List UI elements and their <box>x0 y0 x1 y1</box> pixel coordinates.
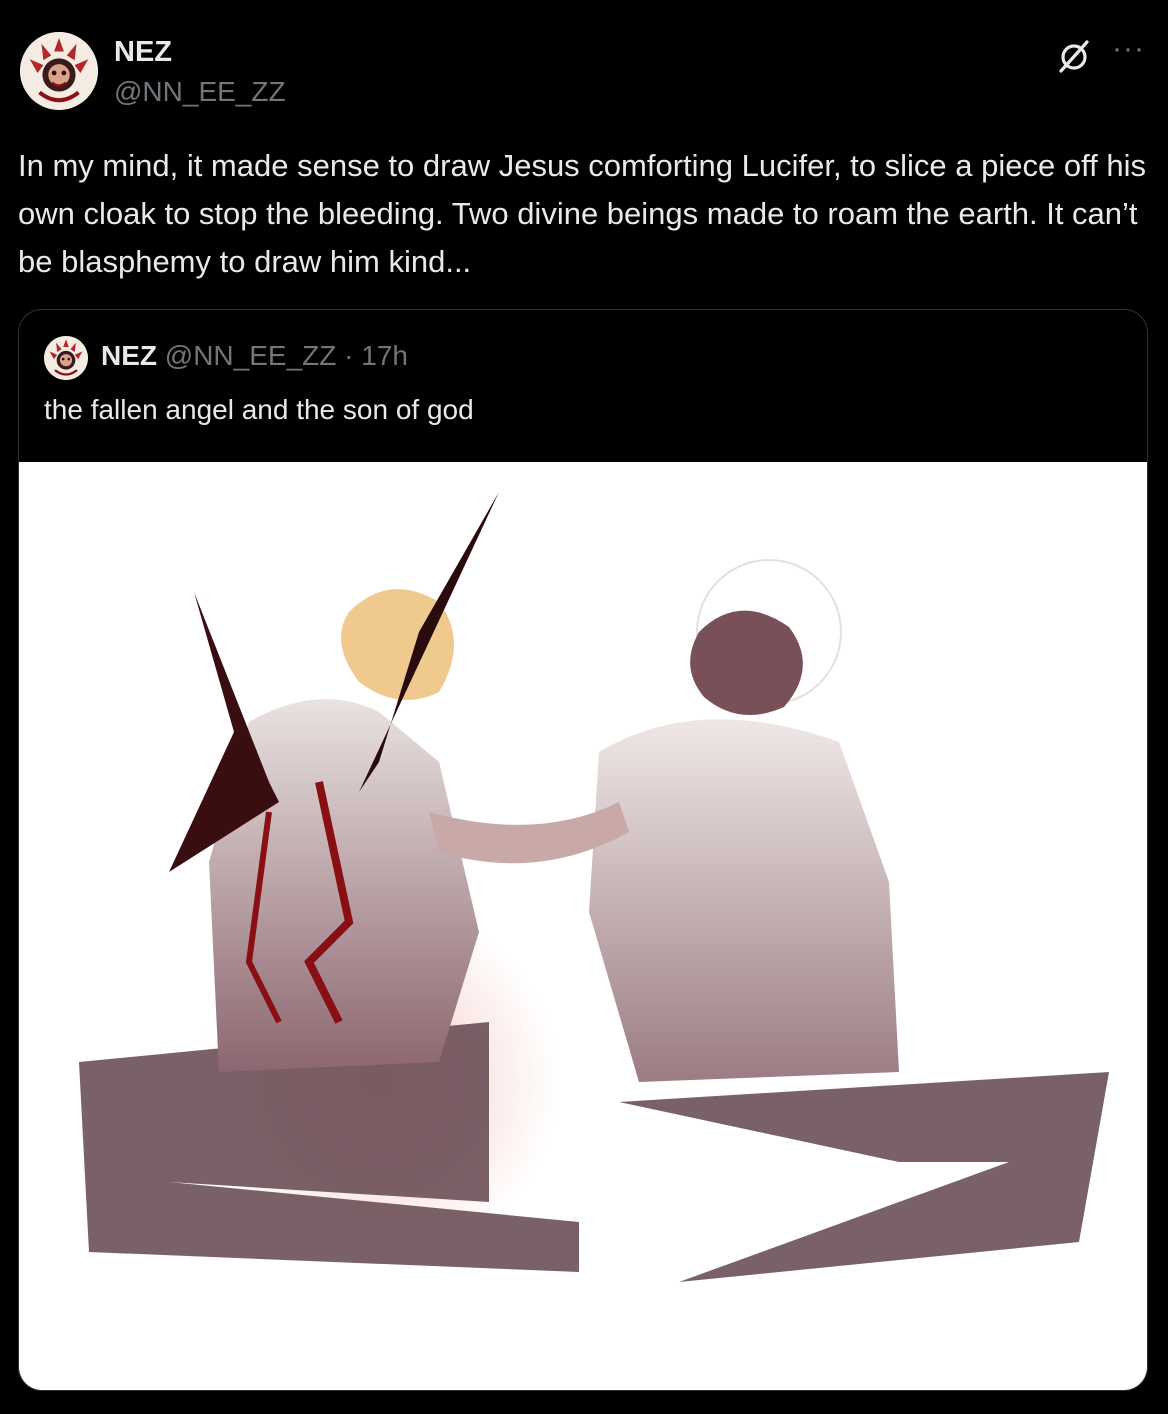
quoted-author-name: NEZ <box>101 340 157 371</box>
ornate-red-skull-avatar-icon <box>44 336 88 380</box>
post-text: In my mind, it made sense to draw Jesus … <box>18 148 1147 279</box>
quoted-author-avatar <box>44 336 88 380</box>
quoted-post-image[interactable] <box>19 462 1147 1390</box>
author-handle[interactable]: @NN_EE_ZZ <box>114 76 286 108</box>
artwork-illustration <box>79 492 1109 1282</box>
author-avatar[interactable] <box>20 32 98 110</box>
quoted-author-handle: @NN_EE_ZZ <box>164 340 337 371</box>
quoted-post-header: NEZ @NN_EE_ZZ · 17h <box>101 340 408 372</box>
more-horizontal-icon[interactable]: ··· <box>1112 34 1148 68</box>
quoted-separator: · <box>344 340 354 371</box>
quoted-post-time: 17h <box>361 340 408 371</box>
quoted-post-card[interactable]: NEZ @NN_EE_ZZ · 17h the fallen angel and… <box>18 309 1148 1391</box>
quoted-post-text: the fallen angel and the son of god <box>44 394 474 425</box>
ornate-red-skull-avatar-icon <box>20 32 98 110</box>
author-name[interactable]: NEZ <box>114 36 172 69</box>
grok-slash-circle-icon[interactable] <box>1054 36 1094 76</box>
